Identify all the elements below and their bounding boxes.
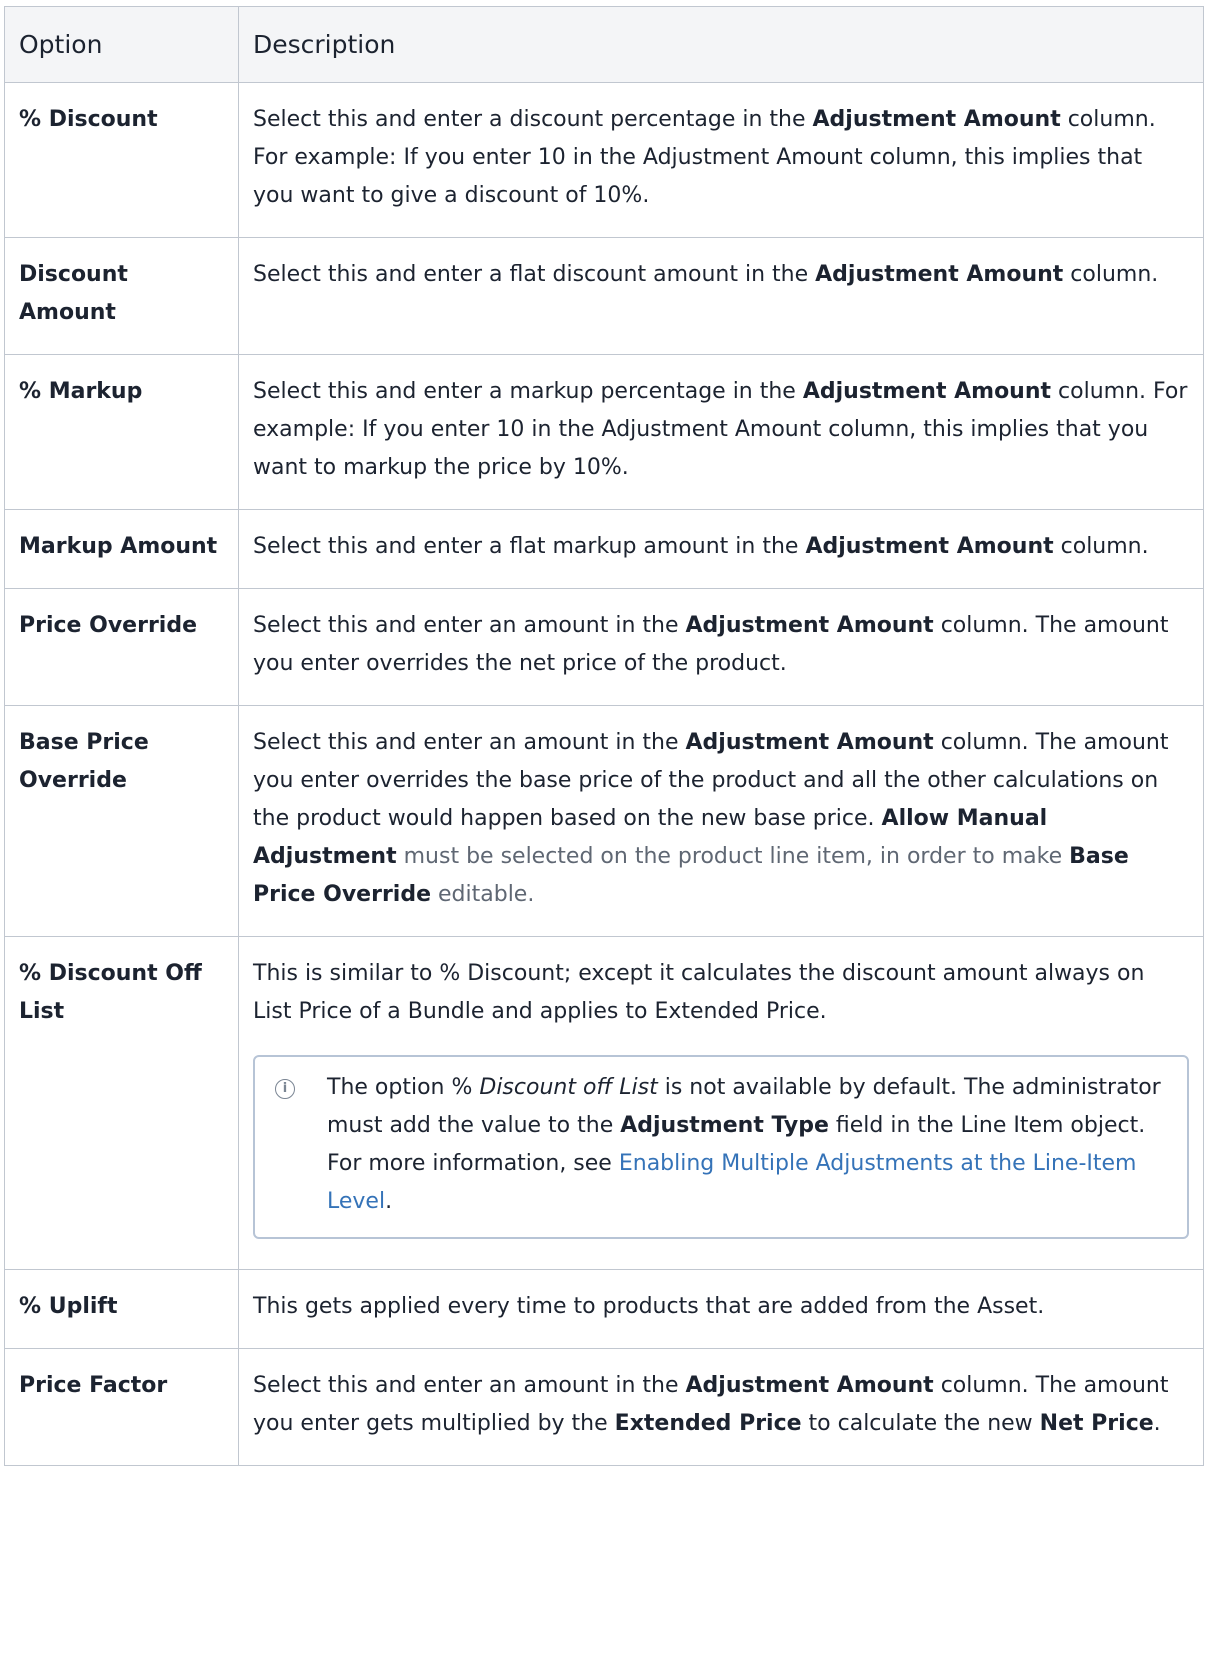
description-cell: This gets applied every time to products… [238,1269,1204,1349]
text-run: Select this and enter a discount percent… [253,107,813,132]
option-cell: Price Override [4,588,239,706]
description-cell: Select this and enter a markup percentag… [238,354,1204,510]
description-text: This gets applied every time to products… [253,1288,1189,1326]
description-cell: Select this and enter an amount in the A… [238,588,1204,706]
header-option: Option [4,6,239,83]
text-run: Select this and enter an amount in the [253,1373,686,1398]
text-run: column. [1063,262,1159,287]
text-run: . [1153,1411,1161,1436]
text-run: Select this and enter a flat markup amou… [253,534,806,559]
description-cell: This is similar to % Discount; except it… [238,936,1204,1270]
table-row-percent-markup: % Markup Select this and enter a markup p… [4,354,1204,510]
table-header: Option Description [4,6,1204,83]
description-cell: Select this and enter a discount percent… [238,82,1204,238]
table-row-price-override: Price Override Select this and enter an a… [4,588,1204,706]
description-text: Select this and enter an amount in the A… [253,1367,1189,1443]
option-cell: % Uplift [4,1269,239,1349]
text-run: column. [1053,534,1149,559]
note-text: The option % Discount off List is not av… [275,1069,1167,1221]
text-run: Select this and enter an amount in the [253,730,686,755]
table-row-base-price-override: Base Price Override Select this and enter… [4,705,1204,937]
bold-term: Adjustment Amount [805,534,1054,559]
text-run: Select this and enter a flat discount am… [253,262,816,287]
text-run: Select this and enter a markup percentag… [253,379,803,404]
table-row-percent-discount-off-list: % Discount Off List This is similar to % … [4,936,1204,1270]
description-cell: Select this and enter a flat markup amou… [238,509,1204,589]
info-note: i The option % Discount off List is not a… [253,1055,1189,1239]
table-row-markup-amount: Markup Amount Select this and enter a fla… [4,509,1204,589]
description-text: Select this and enter a discount percent… [253,101,1189,215]
text-run: This gets applied every time to products… [253,1294,1045,1319]
text-run: Select this and enter an amount in the [253,613,686,638]
description-cell: Select this and enter an amount in the A… [238,705,1204,937]
table-body: % Discount Select this and enter a discou… [4,82,1204,1466]
table-row-percent-uplift: % Uplift This gets applied every time to … [4,1269,1204,1349]
text-run: editable. [431,882,535,907]
option-cell: % Discount Off List [4,936,239,1270]
description-text: Select this and enter an amount in the A… [253,607,1189,683]
info-icon: i [275,1079,295,1099]
bold-term: Adjustment Amount [685,613,934,638]
bold-term: Net Price [1039,1411,1154,1436]
bold-term: Extended Price [614,1411,802,1436]
description-cell: Select this and enter an amount in the A… [238,1348,1204,1466]
option-cell: Base Price Override [4,705,239,937]
description-text: Select this and enter a flat discount am… [253,256,1189,294]
bold-term: Adjustment Amount [685,730,934,755]
table-row-percent-discount: % Discount Select this and enter a discou… [4,82,1204,238]
text-run: to calculate the new [801,1411,1040,1436]
bold-term: Adjustment Amount [812,107,1061,132]
description-text: This is similar to % Discount; except it… [253,955,1189,1031]
table-row-discount-amount: Discount Amount Select this and enter a f… [4,237,1204,355]
table-row-price-factor: Price Factor Select this and enter an amo… [4,1348,1204,1466]
text-run: This is similar to % Discount; except it… [253,961,1145,1024]
option-cell: Markup Amount [4,509,239,589]
description-cell: Select this and enter a flat discount am… [238,237,1204,355]
description-text: Select this and enter a flat markup amou… [253,528,1189,566]
italic-term: Discount off List [479,1075,658,1100]
option-cell: Price Factor [4,1348,239,1466]
bold-term: Adjustment Type [620,1113,829,1138]
description-text: Select this and enter an amount in the A… [253,724,1189,914]
text-run: must be selected on the product line ite… [396,844,1070,869]
bold-term: Adjustment Amount [685,1373,934,1398]
bold-term: Adjustment Amount [815,262,1064,287]
description-text: Select this and enter a markup percentag… [253,373,1189,487]
option-cell: % Discount [4,82,239,238]
option-cell: Discount Amount [4,237,239,355]
header-description: Description [238,6,1204,83]
bold-term: Adjustment Amount [802,379,1052,404]
option-cell: % Markup [4,354,239,510]
text-run: . [385,1189,393,1214]
text-run: The option % [327,1075,480,1100]
header-row: Option Description [4,6,1204,83]
adjustment-options-table: Option Description % Discount Select this… [4,6,1204,1466]
